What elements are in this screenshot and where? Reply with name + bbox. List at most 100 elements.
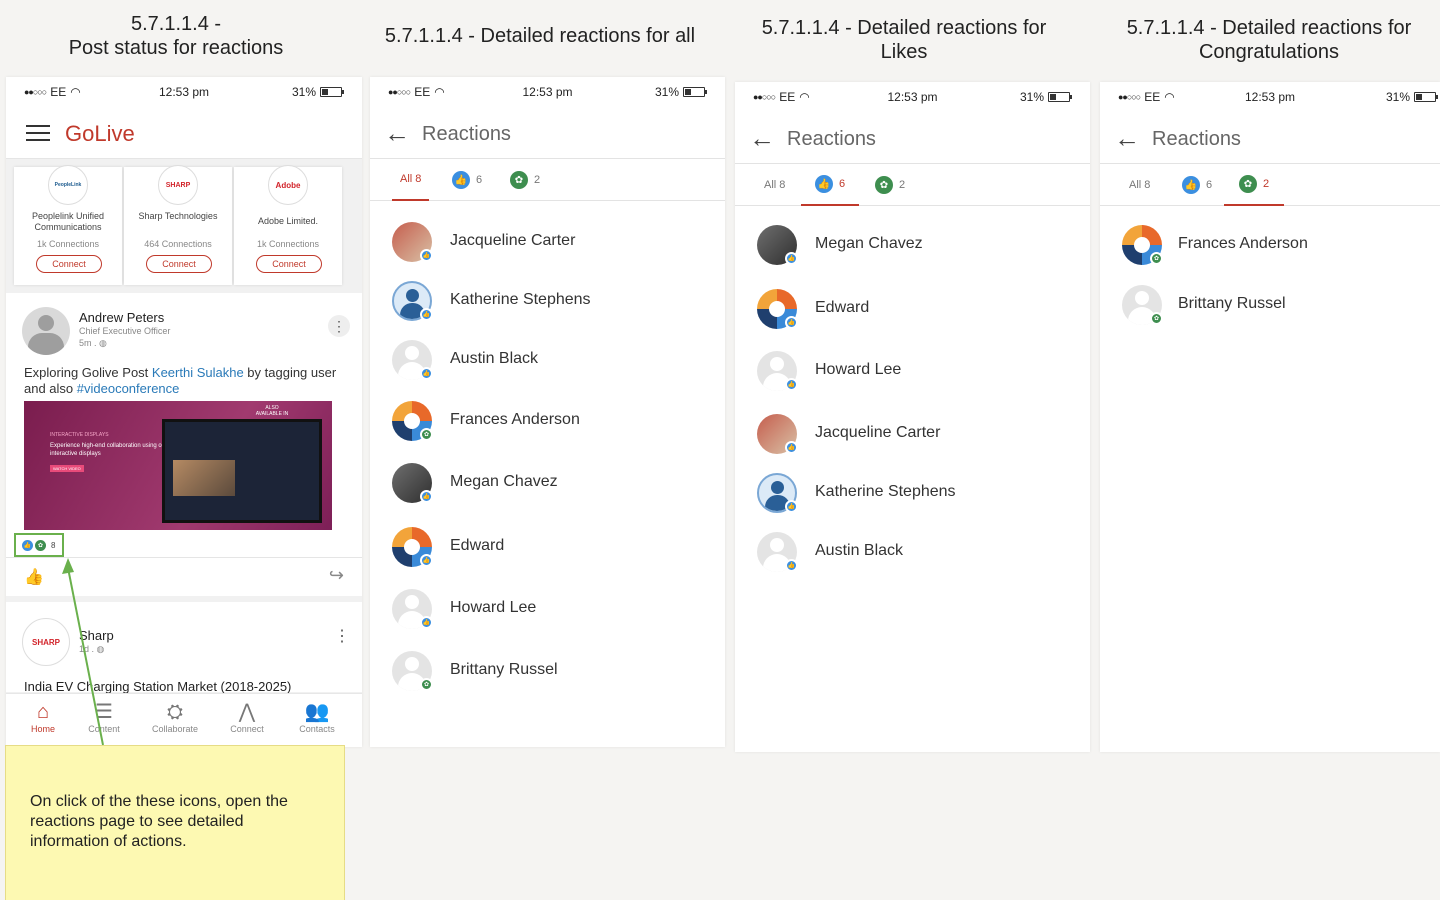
tab-count: 6: [476, 174, 483, 186]
back-arrow-icon[interactable]: ←: [384, 119, 410, 147]
person-name: Austin Black: [450, 350, 539, 367]
tab-all[interactable]: All 8: [764, 164, 785, 206]
nav-content[interactable]: ☰ Content: [69, 700, 139, 734]
tab-likes[interactable]: 👍 6: [1182, 164, 1212, 206]
page-title: Reactions: [787, 128, 876, 150]
status-bar: ●●○○○ EE ◠ 12:53 pm 31%: [735, 82, 1090, 112]
reactions-congrats-screen: ●●○○○ EE ◠ 12:53 pm 31% ← Reactions All 8 …: [1100, 82, 1440, 752]
post-card: Andrew Peters Chief Executive Officer 5m…: [6, 293, 362, 596]
reaction-list-item[interactable]: 👍 Katherine Stephens: [370, 279, 725, 323]
panel-title-line: 5.7.1.1.4 - Detailed reactions for all: [384, 25, 696, 47]
hashtag-link[interactable]: #videoconference: [77, 381, 180, 396]
reaction-list-item[interactable]: ✿ Frances Anderson: [370, 399, 725, 443]
tab-likes[interactable]: 👍 6: [452, 159, 482, 201]
tab-congratulations[interactable]: ✿ 2: [510, 159, 540, 201]
reaction-list-item[interactable]: 👍 Megan Chavez: [735, 223, 1090, 267]
app-header: GoLive: [6, 107, 362, 159]
congrats-badge-icon: ✿: [420, 428, 433, 441]
org-card[interactable]: Adobe Adobe Limited. 1k Connections Conn…: [234, 165, 342, 285]
person-name: Jacqueline Carter: [815, 424, 941, 441]
congrats-reaction-icon: ✿: [510, 171, 528, 189]
nav-collaborate[interactable]: ⛭ Collaborate: [140, 700, 210, 734]
tab-congratulations[interactable]: ✿ 2: [875, 164, 905, 206]
tab-congratulations[interactable]: ✿ 2: [1224, 164, 1285, 206]
battery-status: 31%: [1386, 90, 1438, 104]
tab-count: 6: [1206, 179, 1213, 191]
back-arrow-icon[interactable]: ←: [1114, 124, 1140, 152]
reaction-count: 8: [51, 540, 56, 550]
connect-button[interactable]: Connect: [256, 255, 322, 273]
person-name: Frances Anderson: [450, 411, 580, 428]
mention-link[interactable]: Keerthi Sulakhe: [152, 365, 244, 380]
congrats-badge-icon: ✿: [420, 678, 433, 691]
person-name: Edward: [815, 299, 870, 316]
org-connections: 464 Connections: [144, 239, 212, 249]
status-bar: ●●○○○ EE ◠ 12:53 pm 31%: [370, 77, 725, 107]
congrats-badge-icon: ✿: [1150, 252, 1163, 265]
battery-status: 31%: [1020, 90, 1072, 104]
avatar[interactable]: SHARP: [22, 618, 70, 666]
like-badge-icon: 👍: [420, 308, 433, 321]
tab-all[interactable]: All 8: [392, 159, 430, 201]
reaction-list-item[interactable]: 👍 Edward: [735, 287, 1090, 331]
like-button-icon[interactable]: 👍: [24, 567, 44, 587]
panel-title-line: 5.7.1.1.4 -: [130, 13, 222, 35]
tab-count: 6: [839, 178, 846, 190]
person-name: Austin Black: [815, 542, 904, 559]
org-card[interactable]: PeopleLink Peoplelink Unified Communicat…: [14, 165, 122, 285]
reaction-list-item[interactable]: 👍 Austin Black: [735, 530, 1090, 574]
like-reaction-icon: 👍: [452, 171, 470, 189]
collaborate-icon: ⛭: [167, 701, 183, 723]
hamburger-menu-icon[interactable]: [26, 125, 50, 141]
tab-all[interactable]: All 8: [1129, 164, 1150, 206]
like-badge-icon: 👍: [785, 441, 798, 454]
org-card[interactable]: SHARP Sharp Technologies 464 Connections…: [124, 165, 232, 285]
reaction-list-item[interactable]: ✿ Frances Anderson: [1100, 223, 1440, 267]
like-badge-icon: 👍: [785, 378, 798, 391]
app-logo-title: GoLive: [65, 121, 135, 146]
more-options-icon[interactable]: ⋮: [328, 315, 350, 337]
post-author[interactable]: Andrew Peters: [79, 310, 164, 325]
bottom-nav: ⌂ Home ☰ Content ⛭ Collaborate ⋀ Connect 👥 Co…: [6, 693, 362, 747]
person-name: Brittany Russel: [1178, 295, 1286, 312]
nav-home[interactable]: ⌂ Home: [8, 700, 78, 734]
connect-button[interactable]: Connect: [146, 255, 212, 273]
image-person: [173, 460, 235, 496]
more-options-icon[interactable]: ⋮: [334, 626, 350, 646]
person-name: Frances Anderson: [1178, 235, 1308, 252]
person-name: Howard Lee: [450, 599, 537, 616]
tab-label: All 8: [1129, 179, 1151, 191]
reaction-list-item[interactable]: 👍 Katherine Stephens: [735, 471, 1090, 515]
panel-title-line: 5.7.1.1.4 - Detailed reactions for: [1126, 17, 1412, 39]
nav-label: Connect: [230, 724, 264, 734]
reaction-list-item[interactable]: ✿ Brittany Russel: [370, 649, 725, 693]
reaction-list-item[interactable]: 👍 Edward: [370, 525, 725, 569]
reaction-summary[interactable]: 👍 ✿ 8: [14, 533, 64, 557]
reaction-list-item[interactable]: 👍 Megan Chavez: [370, 461, 725, 505]
back-arrow-icon[interactable]: ←: [749, 124, 775, 152]
reaction-list-item[interactable]: 👍 Howard Lee: [370, 587, 725, 631]
connect-button[interactable]: Connect: [36, 255, 102, 273]
reaction-list-item[interactable]: 👍 Jacqueline Carter: [370, 220, 725, 264]
reaction-list-item[interactable]: 👍 Howard Lee: [735, 349, 1090, 393]
tab-likes[interactable]: 👍 6: [801, 164, 860, 206]
post-image[interactable]: ALSO AVAILABLE IN INTERACTIVE DISPLAYS E…: [24, 401, 332, 530]
post-card: SHARP Sharp 1d . ◍ ⋮ India EV Charging S…: [6, 602, 362, 694]
panel-title-likes: 5.7.1.1.4 - Detailed reactions for Likes: [734, 16, 1074, 64]
like-badge-icon: 👍: [420, 249, 433, 262]
avatar[interactable]: [22, 307, 70, 355]
org-logo: SHARP: [158, 165, 198, 205]
reaction-list-item[interactable]: ✿ Brittany Russel: [1100, 283, 1440, 327]
post-author[interactable]: Sharp: [79, 628, 114, 643]
nav-connect[interactable]: ⋀ Connect: [212, 700, 282, 734]
reaction-list-item[interactable]: 👍 Austin Black: [370, 338, 725, 382]
reactions-header: ← Reactions: [1100, 114, 1440, 164]
reaction-list-item[interactable]: 👍 Jacqueline Carter: [735, 412, 1090, 456]
nav-contacts[interactable]: 👥 Contacts: [282, 700, 352, 734]
post-time: 5m . ◍: [79, 338, 107, 349]
like-reaction-icon: 👍: [815, 175, 833, 193]
reactions-header: ← Reactions: [370, 109, 725, 159]
battery-percent: 31%: [654, 85, 679, 99]
reactions-header: ← Reactions: [735, 114, 1090, 164]
share-icon[interactable]: ↪: [329, 565, 344, 586]
